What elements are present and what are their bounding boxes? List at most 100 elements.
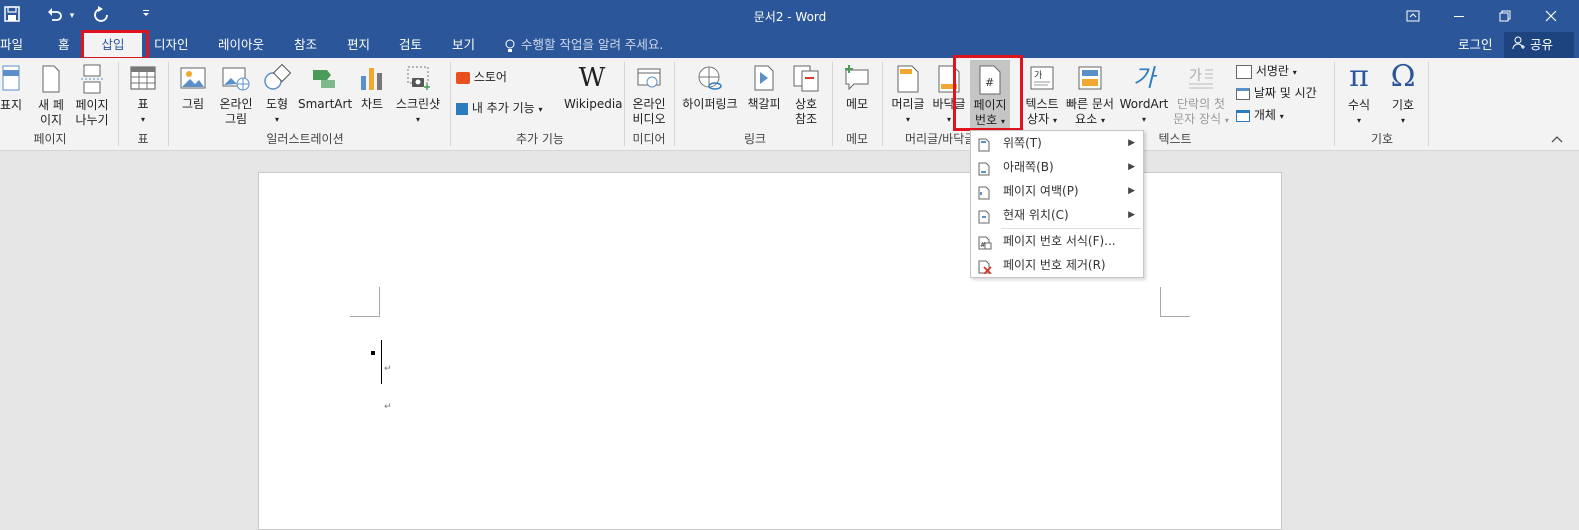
blank-page-button[interactable]: 새 페 이지 [34, 64, 68, 128]
tab-view[interactable]: 보기 [452, 32, 475, 58]
page-top-icon [978, 136, 990, 152]
object-button[interactable]: 개체 ▾ [1236, 106, 1284, 126]
comment-button[interactable]: 메모 [838, 64, 876, 112]
page-bottom-icon [978, 160, 990, 176]
equation-button[interactable]: π 수식 ▾ [1340, 60, 1378, 128]
shapes-button[interactable]: 도형 ▾ [260, 64, 294, 127]
separator [832, 62, 833, 146]
page-margin-icon [978, 184, 990, 200]
paragraph-mark: ↵ [384, 364, 392, 374]
svg-text:가: 가 [1034, 70, 1042, 81]
menu-item-bottom-of-page[interactable]: 아래쪽(B) ▶ [971, 155, 1143, 179]
window-title: 문서2 - Word [753, 10, 827, 24]
minimize-icon[interactable] [1436, 0, 1482, 32]
group-pages-label: 페이지 [33, 132, 67, 146]
group-media-label: 미디어 [632, 132, 666, 146]
tab-mailings[interactable]: 편지 [347, 32, 370, 58]
remove-page-number-icon [978, 258, 992, 275]
format-page-number-icon: # [978, 234, 992, 250]
picture-button[interactable]: 그림 [176, 64, 210, 112]
ribbon-display-icon[interactable] [1390, 0, 1436, 32]
store-button[interactable]: 스토어 [456, 68, 507, 86]
online-pictures-button[interactable]: 온라인 그림 [215, 64, 257, 127]
wikipedia-icon: W [578, 63, 606, 93]
separator [624, 62, 625, 146]
highlight-insert-tab [81, 30, 149, 60]
store-icon [456, 71, 470, 84]
menu-item-current-position[interactable]: 현재 위치(C) ▶ [971, 203, 1143, 227]
separator [674, 62, 675, 146]
text-cursor [381, 340, 382, 384]
save-icon[interactable] [2, 6, 22, 27]
text-box-button[interactable]: 가 텍스트 상자 ▾ [1022, 64, 1062, 128]
lightbulb-icon [504, 32, 518, 58]
group-header-footer-label: 머리글/바닥글 [905, 132, 973, 146]
my-addins-button[interactable]: 내 추가 기능 ▾ [456, 99, 543, 119]
group-symbols-label: 기호 [1370, 132, 1394, 146]
collapse-ribbon-icon[interactable] [1551, 134, 1563, 147]
object-icon [1236, 109, 1250, 122]
calendar-icon [1236, 87, 1250, 100]
undo-icon[interactable] [44, 6, 66, 29]
separator [1428, 62, 1429, 146]
tab-file[interactable]: 파일 [0, 32, 23, 58]
table-button[interactable]: 표 ▾ [126, 64, 160, 127]
customize-qa-icon[interactable] [139, 6, 153, 26]
group-illustrations-label: 일러스트레이션 [266, 132, 344, 146]
hyperlink-button[interactable]: 하이퍼링크 [680, 64, 740, 112]
smartart-button[interactable]: SmartArt [298, 64, 352, 112]
separator [118, 62, 119, 146]
share-label: 공유 [1529, 37, 1553, 52]
quick-parts-button[interactable]: 빠른 문서 요소 ▾ [1064, 64, 1116, 128]
wordart-icon: 가 [1132, 64, 1156, 92]
separator [1334, 62, 1335, 146]
header-button[interactable]: 머리글 ▾ [888, 64, 928, 127]
cross-reference-button[interactable]: 상호 참조 [788, 64, 824, 127]
restore-icon[interactable] [1482, 0, 1528, 32]
group-links-label: 링크 [743, 132, 767, 146]
separator [882, 62, 883, 146]
separator [168, 62, 169, 146]
cover-page-button[interactable]: 표지 [0, 64, 22, 113]
close-icon[interactable] [1528, 0, 1574, 32]
person-icon [1512, 33, 1526, 59]
margin-corner-mark [350, 287, 380, 317]
date-time-button[interactable]: 날짜 및 시간 [1236, 84, 1317, 102]
menu-item-top-of-page[interactable]: 위쪽(T) ▶ [971, 131, 1143, 155]
paragraph-mark-bullet [371, 351, 375, 355]
group-comments-label: 메모 [845, 132, 869, 146]
wikipedia-button[interactable]: W Wikipedia [564, 63, 623, 112]
addins-icon [456, 102, 468, 115]
wordart-button[interactable]: 가 WordArt ▾ [1118, 64, 1170, 127]
page-number-menu: 위쪽(T) ▶ 아래쪽(B) ▶ 페이지 여백(P) ▶ 현재 위치(C) ▶ # 페이… [970, 130, 1144, 278]
sign-in-link[interactable]: 로그인 [1458, 32, 1493, 58]
undo-dropdown[interactable]: ▾ [67, 6, 77, 26]
tell-me-search[interactable]: 수행할 작업을 알려 주세요. [521, 32, 663, 58]
online-video-button[interactable]: 온라인 비디오 [628, 64, 670, 127]
tab-design[interactable]: 디자인 [154, 32, 189, 58]
margin-corner-mark [1160, 287, 1190, 317]
bookmark-button[interactable]: 책갈피 [744, 64, 784, 112]
tab-review[interactable]: 검토 [399, 32, 422, 58]
group-text-label: 텍스트 [1158, 132, 1192, 146]
pi-icon: π [1349, 59, 1369, 94]
symbol-button[interactable]: Ω 기호 ▾ [1384, 60, 1422, 128]
highlight-page-number [953, 55, 1023, 131]
drop-cap-button[interactable]: 가 단락의 첫 문자 장식 ▾ [1172, 64, 1230, 128]
signature-line-button[interactable]: 서명란 ▾ [1236, 62, 1297, 82]
signature-icon [1236, 64, 1252, 79]
menu-item-remove-page-numbers[interactable]: 페이지 번호 제거(R) [971, 253, 1143, 277]
tab-home[interactable]: 홈 [58, 32, 70, 58]
share-button[interactable]: 공유 [1504, 32, 1574, 58]
page-break-button[interactable]: 페이지 나누기 [72, 64, 112, 128]
omega-icon: Ω [1390, 59, 1416, 94]
chart-button[interactable]: 차트 [356, 64, 388, 112]
separator [450, 62, 451, 146]
screenshot-button[interactable]: 스크린샷 ▾ [392, 64, 444, 127]
paragraph-mark: ↵ [384, 402, 392, 412]
redo-icon[interactable] [90, 6, 112, 29]
tab-layout[interactable]: 레이아웃 [218, 32, 264, 58]
menu-item-page-margins[interactable]: 페이지 여백(P) ▶ [971, 179, 1143, 203]
tab-references[interactable]: 참조 [294, 32, 317, 58]
menu-item-format-page-numbers[interactable]: # 페이지 번호 서식(F)... [971, 229, 1143, 253]
